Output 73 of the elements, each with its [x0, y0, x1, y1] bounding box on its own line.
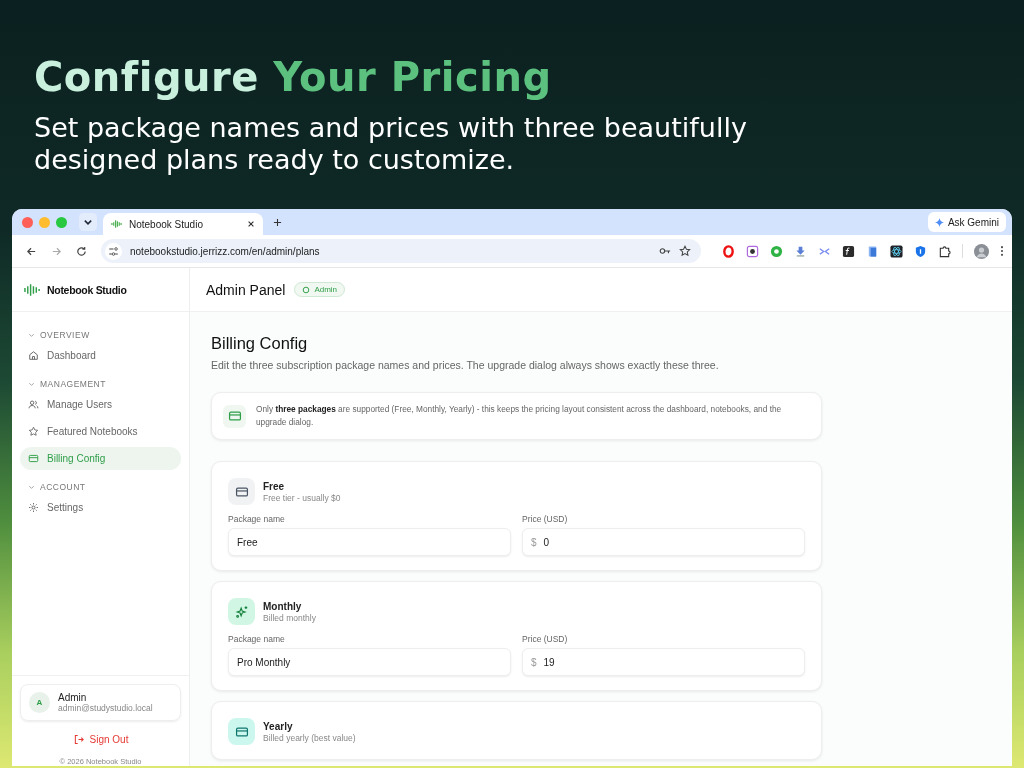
star-icon: [28, 426, 39, 437]
download-icon[interactable]: [794, 244, 807, 258]
close-icon[interactable]: [247, 220, 255, 228]
sign-out-button[interactable]: Sign Out: [68, 732, 133, 747]
settings-icon: [28, 502, 39, 513]
ring-icon[interactable]: [722, 244, 735, 258]
sparkle-icon: [934, 217, 944, 227]
input-field[interactable]: $ 0: [522, 528, 805, 556]
field-label: Price (USD): [522, 514, 569, 524]
plan-name: Free: [263, 480, 286, 492]
back-icon[interactable]: [26, 245, 37, 257]
input-field[interactable]: Free: [228, 528, 511, 556]
card-icon: [227, 409, 242, 423]
plan-caption: Free tier - usually $0: [263, 492, 341, 503]
puzzle-icon[interactable]: [938, 244, 951, 258]
page-title: Billing Config: [211, 334, 309, 353]
circle-icon[interactable]: [770, 244, 783, 258]
headline: Configure Your Pricing: [34, 53, 552, 102]
plan-name: Yearly: [263, 720, 294, 732]
sound-wave-icon: [111, 219, 122, 229]
menu-icon[interactable]: [1000, 245, 1004, 257]
header-title: Admin Panel: [206, 281, 286, 298]
user-card[interactable]: A Admin admin@studystudio.local: [20, 684, 181, 721]
shield-icon[interactable]: [914, 244, 927, 258]
home-icon: [28, 350, 39, 361]
new-tab-icon[interactable]: [273, 217, 282, 227]
subtitle: Set package names and prices with three beautifully designed plans ready to customize.: [34, 112, 748, 176]
site-settings-icon[interactable]: [105, 242, 122, 260]
user-avatar: A: [29, 692, 50, 713]
field-label: Price (USD): [522, 634, 569, 644]
sidebar-item[interactable]: Dashboard: [20, 344, 181, 367]
function-icon[interactable]: [842, 244, 855, 258]
field-label: Package name: [228, 634, 286, 644]
sidebar-item[interactable]: Billing Config: [20, 447, 181, 470]
sidebar-item[interactable]: Manage Users: [20, 393, 181, 416]
section-toggle[interactable]: OVERVIEW: [20, 326, 181, 344]
chevron-icon: [28, 380, 35, 388]
plan-name: Monthly: [263, 600, 303, 612]
input-field[interactable]: $ 19: [522, 648, 805, 676]
card-icon: [234, 724, 249, 739]
camera-icon[interactable]: [746, 244, 759, 258]
document-icon[interactable]: [866, 244, 879, 258]
sign-out-icon: [72, 734, 84, 745]
chevron-icon: [28, 483, 35, 491]
user-name: Admin: [58, 692, 88, 703]
sidebar-item[interactable]: Featured Notebooks: [20, 420, 181, 443]
sound-wave-icon: [24, 282, 41, 297]
plan-caption: Billed monthly: [263, 612, 316, 623]
section-toggle[interactable]: MANAGEMENT: [20, 375, 181, 393]
address-bar[interactable]: notebookstudio.jerrizz.com/en/admin/plans: [101, 239, 701, 263]
star-icon[interactable]: [679, 245, 691, 257]
field-label: Package name: [228, 514, 286, 524]
chevron-icon: [28, 331, 35, 339]
notice-text: Only three packages are supported (Free, Monthly, Yearly) - this keeps the pricing layout consistent across the dashboard, notebooks, and the upgrade dialog.: [256, 403, 783, 429]
card-icon: [234, 484, 249, 499]
card-icon: [28, 453, 39, 464]
sparkle-icon: [234, 604, 249, 619]
users-icon: [28, 399, 39, 410]
reload-icon[interactable]: [76, 245, 87, 257]
role-badge: Admin: [294, 282, 346, 297]
page-description: Edit the three subscription package names and prices. The upgrade dialog always shows exactly these three.: [211, 359, 720, 371]
plan-caption: Billed yearly (best value): [263, 732, 356, 743]
user-email: admin@studystudio.local: [58, 703, 153, 713]
tab-list-icon[interactable]: [79, 213, 97, 231]
atom-icon[interactable]: [890, 244, 903, 258]
input-field[interactable]: Pro Monthly: [228, 648, 511, 676]
brand-name: Notebook Studio: [47, 283, 127, 296]
sidebar-item[interactable]: Settings: [20, 496, 181, 519]
browser-tab[interactable]: Notebook Studio: [103, 213, 263, 235]
section-toggle[interactable]: ACCOUNT: [20, 478, 181, 496]
ask-button[interactable]: Ask Gemini: [927, 212, 1006, 232]
key-icon[interactable]: [659, 245, 671, 257]
avatar-icon[interactable]: [974, 243, 989, 259]
